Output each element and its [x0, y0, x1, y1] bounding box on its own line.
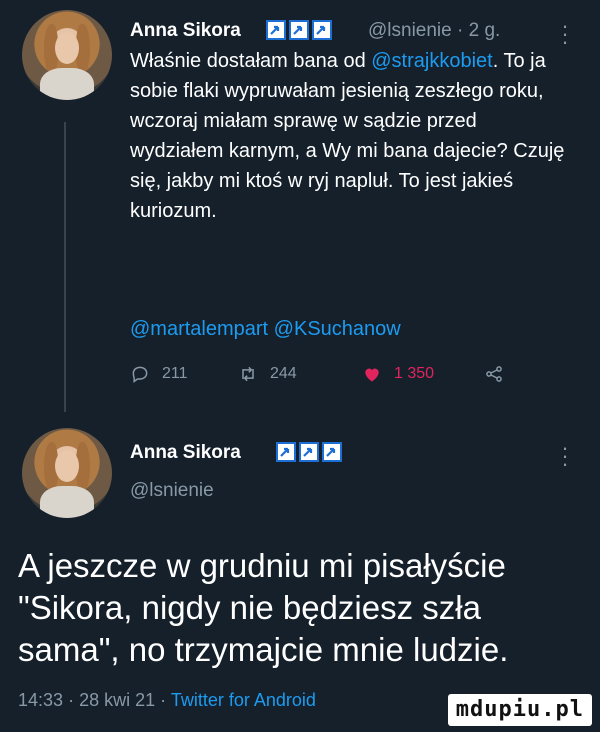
- author-name[interactable]: Anna Sikora: [130, 442, 241, 464]
- mention-link[interactable]: @strajkkobiet: [371, 50, 492, 72]
- watermark: mdupiu.pl: [447, 694, 592, 726]
- author-handle[interactable]: @lsnienie: [130, 480, 214, 502]
- tweet-body: A jeszcze w grudniu mi pisałyście "Sikor…: [18, 547, 509, 668]
- badge-group: [266, 20, 332, 40]
- heart-icon: [365, 368, 379, 382]
- tweet-actions: 211 244 1 350: [130, 364, 510, 388]
- like-button[interactable]: 1 350: [362, 364, 434, 384]
- mentions-footer[interactable]: @martalempart @KSuchanow: [130, 314, 570, 344]
- retweet-icon: [242, 366, 254, 382]
- checkmark-flag-icon: [299, 442, 319, 462]
- more-icon[interactable]: · · ·: [560, 437, 570, 475]
- avatar[interactable]: [22, 10, 112, 100]
- checkmark-flag-icon: [312, 20, 332, 40]
- tweet-meta: 14:33 · 28 kwi 21 · Twitter for Android: [18, 690, 316, 710]
- checkmark-flag-icon: [276, 442, 296, 462]
- more-icon[interactable]: · · ·: [560, 15, 570, 53]
- badge-group: [276, 442, 342, 462]
- checkmark-flag-icon: [289, 20, 309, 40]
- author-name[interactable]: Anna Sikora: [130, 20, 241, 42]
- reply-button[interactable]: 211: [130, 364, 188, 384]
- share-icon: [486, 366, 502, 382]
- retweet-button[interactable]: 244: [238, 364, 297, 384]
- reply-icon: [132, 366, 148, 383]
- checkmark-flag-icon: [266, 20, 286, 40]
- client-link[interactable]: Twitter for Android: [171, 690, 316, 710]
- avatar[interactable]: [22, 428, 112, 518]
- share-button[interactable]: [484, 364, 504, 384]
- author-handle[interactable]: @lsnienie · 2 g.: [368, 20, 500, 42]
- thread-line: [64, 122, 66, 412]
- checkmark-flag-icon: [322, 442, 342, 462]
- tweet-body: Właśnie dostałam bana od @strajkkobiet. …: [130, 50, 565, 222]
